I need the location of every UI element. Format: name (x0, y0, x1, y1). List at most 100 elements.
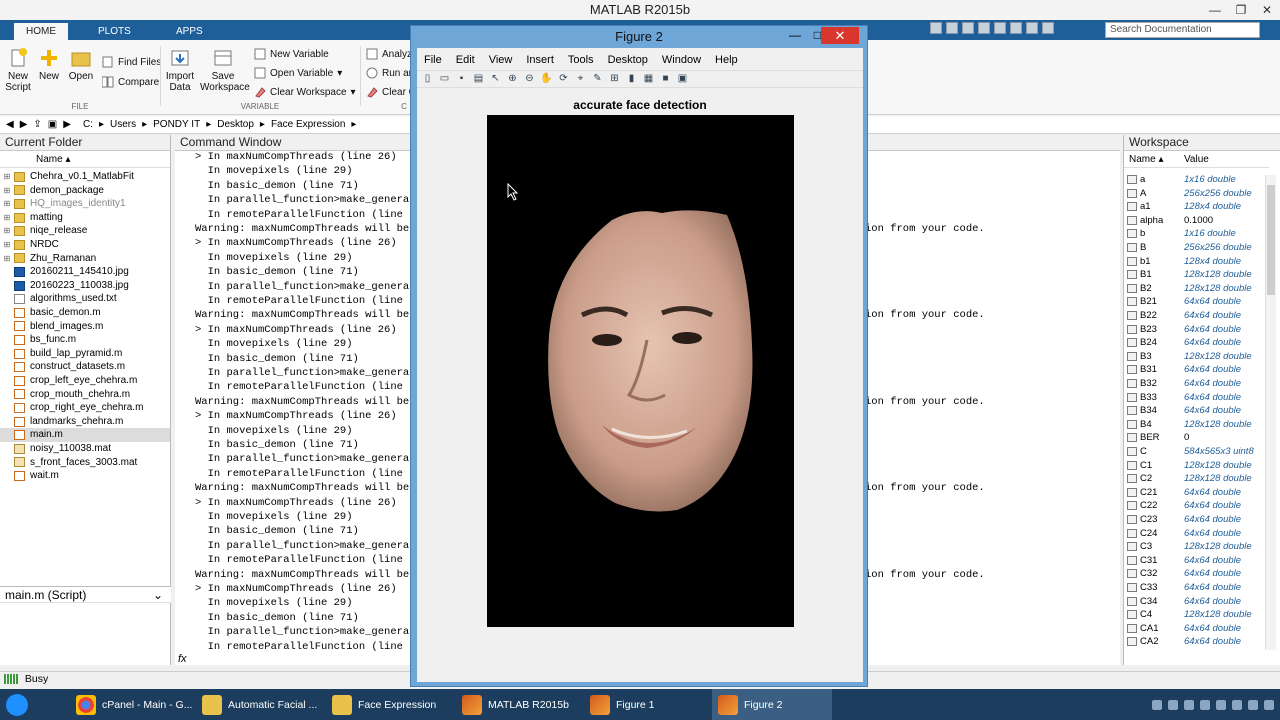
data-cursor-icon[interactable]: ⌖ (574, 73, 587, 85)
file-list-item[interactable]: s_front_faces_3003.mat (0, 456, 170, 470)
find-files-button[interactable]: Find Files (102, 56, 161, 68)
taskbar-item[interactable]: Automatic Facial ... (196, 689, 320, 720)
workspace-variable-row[interactable]: B33 64x64 double (1124, 391, 1269, 405)
file-list-item[interactable]: ⊞ demon_package (0, 184, 170, 198)
zoom-out-icon[interactable]: ⊖ (523, 73, 536, 85)
scroll-thumb[interactable] (1267, 185, 1275, 295)
menu-desktop[interactable]: Desktop (601, 52, 655, 68)
workspace-variable-row[interactable]: C33 64x64 double (1124, 581, 1269, 595)
zoom-in-icon[interactable]: ⊕ (506, 73, 519, 85)
chevron-down-icon[interactable]: ⌄ (153, 587, 163, 603)
clear-workspace-button[interactable]: Clear Workspace ▾ (254, 86, 356, 98)
workspace-variable-row[interactable]: CA2 64x64 double (1124, 635, 1269, 649)
rotate-icon[interactable]: ⟳ (557, 73, 570, 85)
menu-tools[interactable]: Tools (561, 52, 601, 68)
file-list-item[interactable]: 20160223_110038.jpg (0, 279, 170, 293)
workspace-variable-row[interactable]: BER 0 (1124, 431, 1269, 445)
breadcrumb-item[interactable]: Desktop (217, 119, 254, 130)
details-panel[interactable]: main.m (Script) ⌄ (0, 586, 171, 603)
file-list-item[interactable]: main.m (0, 428, 170, 442)
workspace-variable-row[interactable]: b 1x16 double (1124, 227, 1269, 241)
file-list-item[interactable]: basic_demon.m (0, 306, 170, 320)
workspace-variable-row[interactable]: C4 128x128 double (1124, 608, 1269, 622)
menu-window[interactable]: Window (655, 52, 708, 68)
compare-button[interactable]: Compare (101, 76, 159, 88)
up-folder-icon[interactable]: ⇪ (33, 119, 41, 130)
workspace-variable-row[interactable]: C21 64x64 double (1124, 486, 1269, 500)
app-tray-icon[interactable] (1216, 699, 1226, 710)
menu-insert[interactable]: Insert (519, 52, 561, 68)
legend-icon[interactable]: ▦ (642, 73, 655, 85)
maximize-icon[interactable]: ❐ (1228, 0, 1254, 20)
forward-icon[interactable]: ▶ (20, 119, 28, 130)
file-list-item[interactable]: crop_right_eye_chehra.m (0, 401, 170, 415)
link-icon[interactable]: ⊞ (608, 73, 621, 85)
file-list-item[interactable]: ⊞ HQ_images_identity1 (0, 197, 170, 211)
back-icon[interactable]: ◀ (6, 119, 14, 130)
minimize-icon[interactable]: — (789, 28, 801, 42)
workspace-variable-row[interactable]: C3 128x128 double (1124, 540, 1269, 554)
expand-icon[interactable]: ⊞ (0, 170, 14, 184)
file-list-item[interactable]: landmarks_chehra.m (0, 415, 170, 429)
workspace-variable-row[interactable]: C24 64x64 double (1124, 527, 1269, 541)
switch-windows-icon[interactable] (1026, 22, 1038, 34)
workspace-variable-row[interactable]: A 256x256 double (1124, 187, 1269, 201)
pointer-icon[interactable]: ↖ (489, 73, 502, 85)
file-list-item[interactable]: build_lap_pyramid.m (0, 347, 170, 361)
brush-icon[interactable]: ✎ (591, 73, 604, 85)
file-list-item[interactable]: ⊞ niqe_release (0, 224, 170, 238)
workspace-variable-row[interactable]: B2 128x128 double (1124, 282, 1269, 296)
open-variable-button[interactable]: Open Variable ▾ (254, 67, 342, 79)
workspace-variable-row[interactable]: B24 64x64 double (1124, 336, 1269, 350)
import-data-button[interactable]: Import Data (164, 48, 196, 93)
menu-edit[interactable]: Edit (449, 52, 482, 68)
workspace-variable-row[interactable]: C22 64x64 double (1124, 499, 1269, 513)
app-tray-icon[interactable] (1184, 699, 1194, 710)
tab-apps[interactable]: APPS (164, 23, 215, 40)
workspace-variable-row[interactable]: B 256x256 double (1124, 241, 1269, 255)
workspace-variable-row[interactable]: C34 64x64 double (1124, 595, 1269, 609)
expand-icon[interactable]: ⊞ (0, 252, 14, 266)
taskbar-item[interactable]: MATLAB R2015b (456, 689, 580, 720)
workspace-variable-row[interactable]: alpha 0.1000 (1124, 214, 1269, 228)
column-header-value[interactable]: Value (1184, 152, 1209, 168)
file-list-item[interactable]: noisy_110038.mat (0, 442, 170, 456)
maximize-icon[interactable]: □ (814, 28, 821, 42)
breadcrumb-item[interactable]: PONDY IT (153, 119, 200, 130)
file-list-item[interactable]: construct_datasets.m (0, 360, 170, 374)
file-list-item[interactable]: blend_images.m (0, 320, 170, 334)
taskbar-item[interactable]: Face Expression (326, 689, 450, 720)
app-tray-icon[interactable] (1200, 699, 1210, 710)
pan-icon[interactable]: ✋ (540, 73, 553, 85)
close-icon[interactable]: ✕ (1254, 0, 1280, 20)
workspace-variable-row[interactable]: B4 128x128 double (1124, 418, 1269, 432)
workspace-variable-row[interactable]: C32 64x64 double (1124, 567, 1269, 581)
file-list-item[interactable]: ⊞ Chehra_v0.1_MatlabFit (0, 170, 170, 184)
breadcrumb-item[interactable]: C: (83, 119, 93, 130)
taskbar-item[interactable]: cPanel - Main - G... (70, 689, 194, 720)
save-icon[interactable] (930, 22, 942, 34)
workspace-variable-row[interactable]: a 1x16 double (1124, 173, 1269, 187)
hide-tools-icon[interactable]: ■ (659, 73, 672, 85)
tab-home[interactable]: HOME (14, 23, 68, 40)
menu-file[interactable]: File (417, 52, 449, 68)
open-file-icon[interactable]: ▭ (438, 73, 451, 85)
expand-icon[interactable]: ⊞ (0, 224, 14, 238)
paste-icon[interactable] (978, 22, 990, 34)
flag-icon[interactable] (1264, 699, 1274, 710)
file-list-item[interactable]: algorithms_used.txt (0, 292, 170, 306)
expand-icon[interactable]: ⊞ (0, 184, 14, 198)
search-documentation-input[interactable]: Search Documentation (1105, 22, 1260, 38)
workspace-variable-row[interactable]: B31 64x64 double (1124, 363, 1269, 377)
workspace-variable-row[interactable]: C 584x565x3 uint8 (1124, 445, 1269, 459)
start-button[interactable] (0, 689, 70, 720)
save-icon[interactable]: ▪ (455, 73, 468, 85)
file-list-item[interactable]: bs_func.m (0, 333, 170, 347)
file-list-item[interactable]: 20160211_145410.jpg (0, 265, 170, 279)
open-button[interactable]: Open (68, 48, 94, 82)
workspace-variable-row[interactable]: C23 64x64 double (1124, 513, 1269, 527)
workspace-scrollbar[interactable] (1265, 175, 1276, 650)
undo-icon[interactable] (994, 22, 1006, 34)
new-variable-button[interactable]: New Variable (254, 48, 329, 60)
analyze-code-button[interactable]: Analyz (366, 48, 412, 60)
